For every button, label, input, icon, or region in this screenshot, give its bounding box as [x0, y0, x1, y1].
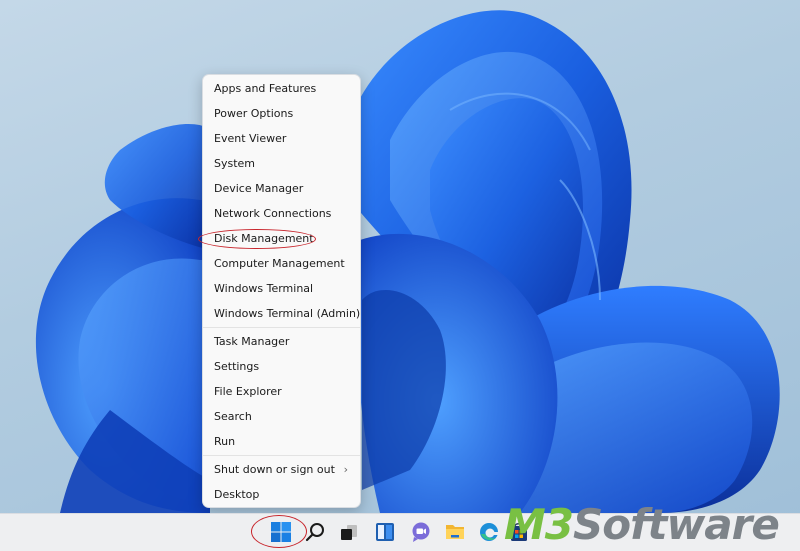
menu-item-run[interactable]: Run: [203, 429, 360, 454]
teams-chat-button[interactable]: [410, 521, 432, 543]
wallpaper-bloom: [35, 10, 780, 513]
menu-separator: [203, 455, 360, 456]
menu-item-event-viewer[interactable]: Event Viewer: [203, 126, 360, 151]
edge-icon: [480, 523, 498, 541]
context-menu: Apps and Features Power Options Event Vi…: [202, 74, 361, 508]
menu-item-device-manager[interactable]: Device Manager: [203, 176, 360, 201]
search-button[interactable]: [304, 521, 326, 543]
menu-item-system[interactable]: System: [203, 151, 360, 176]
menu-item-power-options[interactable]: Power Options: [203, 101, 360, 126]
menu-item-apps-and-features[interactable]: Apps and Features: [203, 76, 360, 101]
edge-button[interactable]: [478, 521, 500, 543]
widgets-button[interactable]: [374, 521, 396, 543]
menu-item-task-manager[interactable]: Task Manager: [203, 329, 360, 354]
menu-item-search[interactable]: Search: [203, 404, 360, 429]
start-button[interactable]: [270, 521, 292, 543]
store-button[interactable]: [508, 521, 530, 543]
chevron-right-icon: ›: [343, 463, 348, 476]
teams-chat-icon: [412, 522, 430, 542]
menu-item-computer-management[interactable]: Computer Management: [203, 251, 360, 276]
menu-item-windows-terminal-admin[interactable]: Windows Terminal (Admin): [203, 301, 360, 326]
search-icon: [305, 523, 324, 542]
desktop[interactable]: [0, 0, 800, 513]
menu-item-settings[interactable]: Settings: [203, 354, 360, 379]
task-view-button[interactable]: [338, 521, 360, 543]
task-view-icon: [341, 525, 357, 540]
windows-logo-icon: [271, 522, 291, 542]
menu-item-disk-management[interactable]: Disk Management: [203, 226, 360, 251]
menu-item-label: Shut down or sign out: [214, 463, 335, 476]
menu-separator: [203, 327, 360, 328]
menu-item-network-connections[interactable]: Network Connections: [203, 201, 360, 226]
menu-item-desktop[interactable]: Desktop: [203, 482, 360, 507]
taskbar: [0, 513, 800, 551]
widgets-icon: [376, 523, 394, 541]
menu-item-file-explorer[interactable]: File Explorer: [203, 379, 360, 404]
menu-item-shut-down-or-sign-out[interactable]: Shut down or sign out ›: [203, 457, 360, 482]
store-icon: [511, 523, 527, 541]
folder-icon: [446, 525, 464, 539]
file-explorer-button[interactable]: [444, 521, 466, 543]
menu-item-windows-terminal[interactable]: Windows Terminal: [203, 276, 360, 301]
